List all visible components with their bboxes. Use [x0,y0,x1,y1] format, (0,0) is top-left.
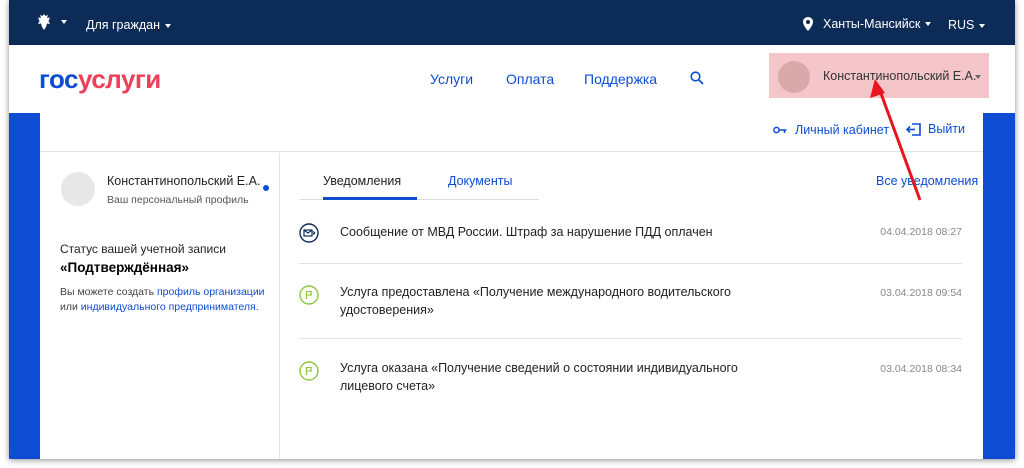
entrepreneur-profile-link[interactable]: индивидуального предпринимателя [81,301,256,313]
user-menu-name: Константинопольский Е.А. [823,69,977,83]
profile-card: Личный кабинет Выйти Константинопольский… [40,104,983,459]
logout-link[interactable]: Выйти [906,122,965,136]
card-toolbar: Личный кабинет Выйти [40,104,983,152]
notification-text: Услуга оказана «Получение сведений о сос… [340,361,738,393]
audience-menu[interactable]: Для граждан [86,18,171,32]
account-status-value: «Подтверждённая» [60,260,190,275]
unread-indicator [263,185,269,191]
emblem-dropdown-caret[interactable] [61,20,67,24]
notification-text: Услуга предоставлена «Получение междунар… [340,285,731,317]
region-label: Ханты-Мансийск [823,17,921,31]
notification-text: Сообщение от МВД России. Штраф за наруше… [340,225,713,239]
notification-item[interactable]: Сообщение от МВД России. Штраф за наруше… [299,219,962,249]
flag-circle-icon [299,285,319,305]
logo-part-uslugi: услуги [78,64,161,94]
notification-item[interactable]: Услуга оказана «Получение сведений о сос… [299,359,962,399]
coat-of-arms-icon[interactable] [36,13,52,31]
gosuslugi-logo[interactable]: госуслуги [39,64,161,95]
avatar[interactable] [61,172,95,206]
chevron-down-icon [979,23,986,28]
divider [299,338,962,339]
logo-part-gos: гос [39,64,79,94]
personal-cabinet-label: Личный кабинет [795,123,890,137]
nav-support[interactable]: Поддержка [584,71,657,87]
sidebar-profile-label[interactable]: Ваш персональный профиль [107,194,249,206]
hint-text: Вы можете создать [60,286,157,298]
notification-date: 03.04.2018 08:34 [880,363,962,375]
location-pin-icon [803,17,813,31]
nav-payment[interactable]: Оплата [506,71,554,87]
avatar [778,61,810,93]
all-notifications-link[interactable]: Все уведомления [876,174,978,188]
profile-sidebar: Константинопольский Е.А. Ваш персональны… [40,153,280,459]
account-status-label: Статус вашей учетной записи [60,242,226,256]
tab-bar: Уведомления Документы [299,173,539,200]
hint-text: или [60,301,81,313]
personal-cabinet-link[interactable]: Личный кабинет [773,123,889,137]
chevron-down-icon [925,22,932,26]
site-header: госуслуги Услуги Оплата Поддержка Конста… [9,45,1015,113]
notifications-panel: Уведомления Документы Все уведомления Со… [281,153,983,459]
logout-icon [906,122,921,136]
logout-label: Выйти [928,122,966,136]
divider [299,263,962,264]
language-label: RUS [948,18,975,32]
hint-text: . [255,301,259,313]
language-selector[interactable]: RUS [948,18,986,32]
key-icon [773,126,787,134]
sidebar-user-name[interactable]: Константинопольский Е.А. [107,174,260,188]
chevron-down-icon [164,23,171,28]
notification-item[interactable]: Услуга предоставлена «Получение междунар… [299,283,962,323]
top-bar: Для граждан Ханты-Мансийск RUS [9,0,1015,45]
chevron-down-icon [975,75,981,79]
user-menu[interactable]: Константинопольский Е.А. [769,53,989,98]
tab-documents[interactable]: Документы [448,174,512,200]
mail-reply-icon [299,223,319,243]
nav-services[interactable]: Услуги [430,71,473,87]
notification-date: 03.04.2018 09:54 [880,287,962,299]
search-icon[interactable] [690,71,704,85]
tab-notifications[interactable]: Уведомления [323,174,417,200]
create-profile-hint: Вы можете создать профиль организации ил… [60,285,270,315]
organization-profile-link[interactable]: профиль организации [157,286,265,298]
notification-date: 04.04.2018 08:27 [880,226,962,238]
browser-window: Для граждан Ханты-Мансийск RUS госуслуги… [9,0,1015,459]
audience-label: Для граждан [86,18,160,32]
flag-circle-icon [299,361,319,381]
region-selector[interactable]: Ханты-Мансийск [803,17,932,31]
